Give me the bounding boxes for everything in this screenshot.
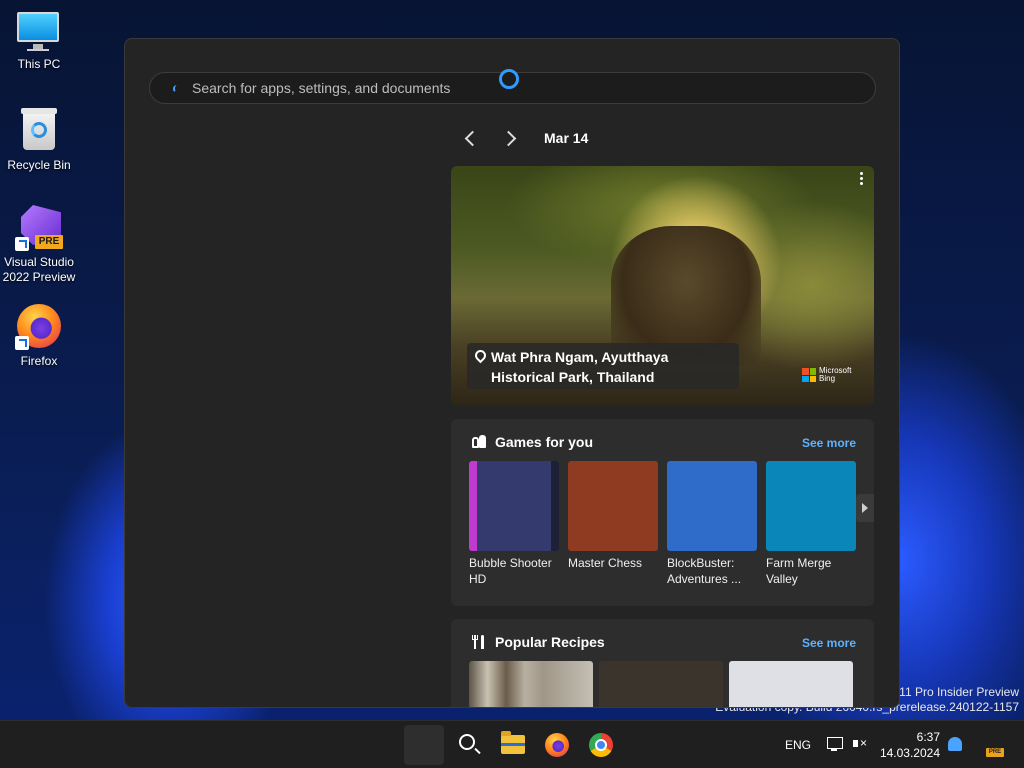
game-art xyxy=(568,461,658,551)
microsoft-bing-logo: Microsoft Bing xyxy=(802,367,851,383)
network-icon[interactable] xyxy=(826,735,844,753)
language-indicator[interactable]: ENG xyxy=(785,738,811,752)
system-clock[interactable]: 6:37 14.03.2024 xyxy=(878,729,940,761)
previous-day-button[interactable] xyxy=(460,127,482,149)
bing-image-of-the-day[interactable]: Wat Phra Ngam, Ayutthaya Historical Park… xyxy=(451,166,874,406)
caption-line-1: Wat Phra Ngam, Ayutthaya xyxy=(491,349,669,365)
folder-icon xyxy=(501,731,525,754)
desktop-icon-label: Recycle Bin xyxy=(7,158,71,172)
pre-badge: PRE xyxy=(986,748,1004,757)
firefox-icon xyxy=(15,302,63,350)
firefox-taskbar-button[interactable] xyxy=(537,725,577,765)
scroll-right-button[interactable] xyxy=(856,494,874,522)
clock-date: 14.03.2024 xyxy=(879,746,940,760)
firefox-icon xyxy=(545,733,569,757)
game-pieces-icon xyxy=(471,434,487,450)
microsoft-logo-icon xyxy=(802,368,816,382)
date-navigator: Mar 14 xyxy=(460,127,588,149)
fork-knife-icon xyxy=(471,634,487,650)
date-label: Mar 14 xyxy=(544,130,589,146)
chrome-icon xyxy=(589,733,613,757)
desktop-icon-label: This PC xyxy=(17,57,61,71)
game-tile-farm-merge-valley[interactable]: Farm Merge Valley xyxy=(766,461,856,587)
desktop-icon-this-pc[interactable]: This PC xyxy=(0,10,78,72)
recipe-tile[interactable] xyxy=(469,661,593,707)
taskbar: ENG 6:37 14.03.2024 PRE xyxy=(0,720,1024,768)
desktop-icon-label: Visual Studio 2022 Preview xyxy=(2,255,76,284)
desktop-icon-firefox[interactable]: Firefox xyxy=(0,302,78,369)
start-button[interactable] xyxy=(404,725,444,765)
loading-icon xyxy=(173,85,181,93)
volume-muted-icon[interactable] xyxy=(852,735,870,753)
more-options-icon[interactable] xyxy=(856,172,866,186)
game-name: BlockBuster: Adventures ... xyxy=(667,556,742,586)
monitor-icon xyxy=(15,10,63,58)
desktop-icon-label: Firefox xyxy=(20,354,58,368)
games-list: Bubble Shooter HD Master Chess BlockBust… xyxy=(469,461,865,587)
clock-time: 6:37 xyxy=(916,730,940,744)
next-day-button[interactable] xyxy=(500,127,522,149)
recipes-title: Popular Recipes xyxy=(495,634,605,650)
visual-studio-icon: PRE xyxy=(15,203,63,251)
game-tile-blockbuster[interactable]: BlockBuster: Adventures ... xyxy=(667,461,757,587)
shortcut-arrow-icon xyxy=(15,336,29,350)
recipes-see-more-link[interactable]: See more xyxy=(802,636,856,650)
notification-bell-icon[interactable] xyxy=(948,737,962,751)
games-header: Games for you xyxy=(471,434,593,450)
chrome-taskbar-button[interactable] xyxy=(581,725,621,765)
game-tile-master-chess[interactable]: Master Chess xyxy=(568,461,658,587)
desktop-icon-recycle-bin[interactable]: Recycle Bin xyxy=(0,106,78,173)
games-see-more-link[interactable]: See more xyxy=(802,436,856,450)
recipe-tile[interactable] xyxy=(599,661,723,707)
start-panel: Mar 14 Wat Phra Ngam, Ayutthaya Historic… xyxy=(124,38,900,708)
game-art xyxy=(766,461,856,551)
game-name: Farm Merge Valley xyxy=(766,556,832,586)
file-explorer-button[interactable] xyxy=(493,725,533,765)
search-box[interactable] xyxy=(149,69,876,104)
location-pin-icon xyxy=(472,347,489,364)
game-art xyxy=(469,461,559,551)
search-icon xyxy=(459,734,475,750)
game-tile-bubble-shooter[interactable]: Bubble Shooter HD xyxy=(469,461,559,587)
bing-label-2: Bing xyxy=(819,374,836,383)
game-name: Bubble Shooter HD xyxy=(469,556,552,586)
recycle-bin-icon xyxy=(15,106,63,154)
game-name: Master Chess xyxy=(568,556,643,570)
pre-badge: PRE xyxy=(35,235,63,249)
cortana-icon xyxy=(499,69,519,89)
recipes-header: Popular Recipes xyxy=(471,634,605,650)
recipes-list xyxy=(469,661,859,707)
recipes-card: Popular Recipes See more xyxy=(451,619,874,707)
caption-line-2: Historical Park, Thailand xyxy=(491,369,655,385)
desktop-icon-visual-studio[interactable]: PRE Visual Studio 2022 Preview xyxy=(0,203,78,285)
games-title: Games for you xyxy=(495,434,594,450)
image-caption[interactable]: Wat Phra Ngam, Ayutthaya Historical Park… xyxy=(467,343,739,389)
game-art xyxy=(667,461,757,551)
taskbar-search-button[interactable] xyxy=(449,725,489,765)
recipe-tile[interactable] xyxy=(729,661,853,707)
games-card: Games for you See more Bubble Shooter HD… xyxy=(451,419,874,606)
search-input[interactable] xyxy=(192,73,792,103)
shortcut-arrow-icon xyxy=(15,237,29,251)
